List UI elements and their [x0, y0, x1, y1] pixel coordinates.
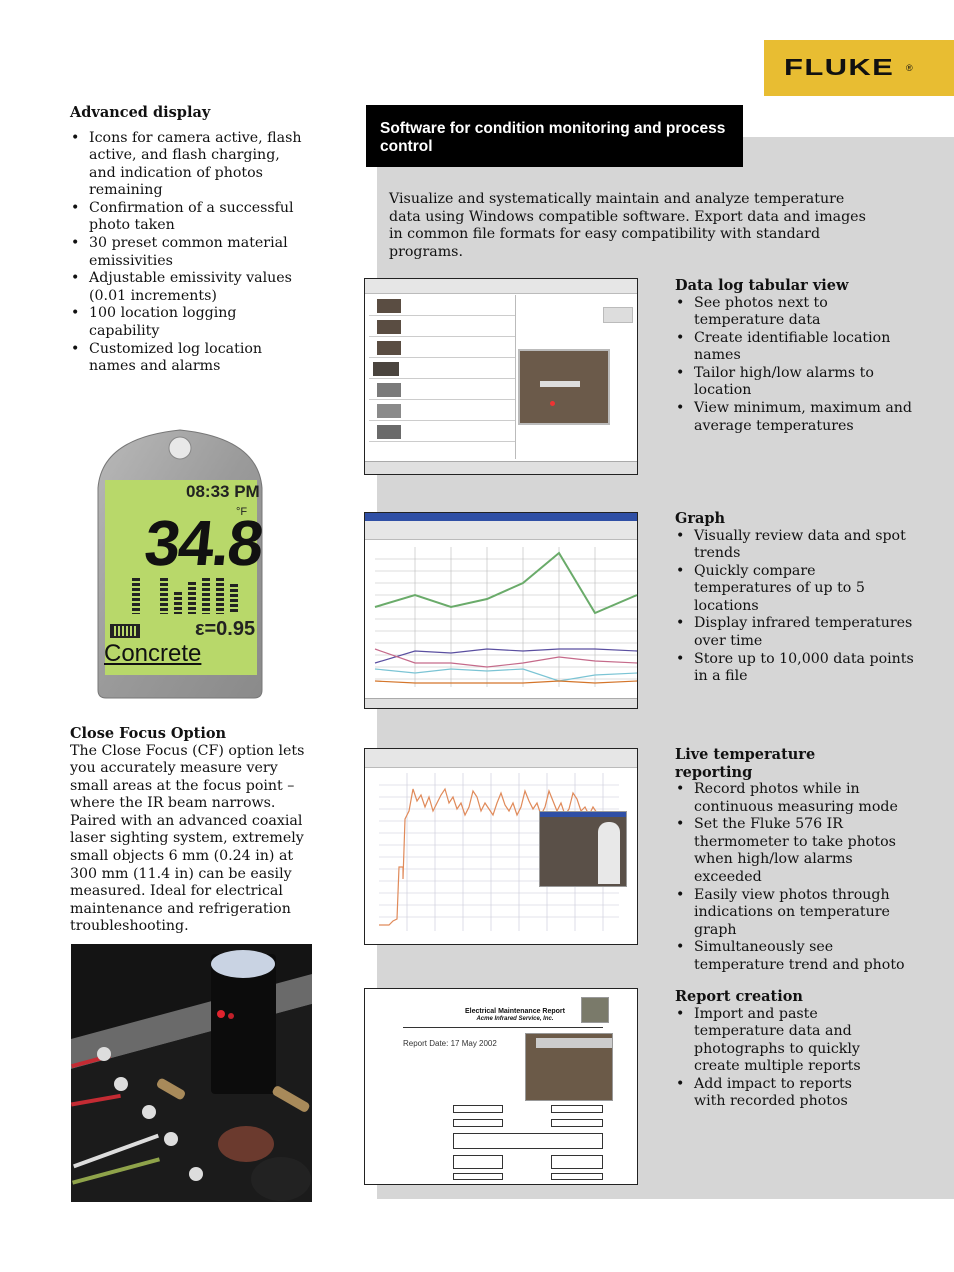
software-heading-box: Software for condition monitoring and pr…	[366, 105, 743, 167]
graph-screenshot	[364, 512, 638, 709]
lcd-bar	[202, 578, 210, 614]
close-focus-body: The Close Focus (CF) option lets you acc…	[70, 742, 305, 935]
list-item: Import and paste temperature data and ph…	[675, 1006, 875, 1076]
list-item: Quickly compare temperatures of up to 5 …	[675, 563, 915, 616]
feature-title: Report creation	[675, 988, 803, 1005]
advanced-display-section: Advanced display Icons for camera active…	[70, 104, 310, 376]
list-item: Add impact to reports with recorded phot…	[675, 1076, 875, 1111]
battery-icon	[110, 624, 140, 638]
advanced-display-title: Advanced display	[70, 104, 211, 121]
feature-title: Graph	[675, 510, 726, 527]
list-item: Simultaneously see temperature trend and…	[675, 939, 915, 974]
lcd-bar	[160, 578, 168, 614]
list-item: Easily view photos through indications o…	[675, 887, 915, 940]
data-log-screenshot	[364, 278, 638, 475]
feature-list: Visually review data and spot trends Qui…	[675, 528, 915, 686]
feature-live-reporting: Record photos while in continuous measur…	[675, 781, 915, 975]
advanced-display-list: Icons for camera active, flash active, a…	[70, 130, 310, 376]
feature-graph: Graph Visually review data and spot tren…	[675, 510, 915, 686]
report-form	[405, 1105, 605, 1181]
lcd-bar	[188, 582, 196, 614]
feature-list: Record photos while in continuous measur…	[675, 781, 915, 975]
list-item: Icons for camera active, flash active, a…	[70, 130, 310, 200]
lcd-emissivity: ε=0.95	[195, 618, 256, 640]
list-item: Store up to 10,000 data points in a file	[675, 651, 915, 686]
list-item: Tailor high/low alarms to location	[675, 365, 915, 400]
exit-button	[603, 307, 633, 323]
lcd-bar	[230, 584, 238, 614]
lcd-bar	[132, 578, 140, 614]
lcd-time: 08:33 PM	[186, 482, 260, 501]
window-toolbar	[365, 521, 637, 540]
software-intro: Visualize and systematically maintain an…	[389, 191, 866, 260]
window-statusbar	[365, 698, 637, 708]
photo-popup	[518, 349, 610, 425]
report-logo	[581, 997, 609, 1023]
feature-report-creation: Report creation Import and paste tempera…	[675, 988, 875, 1111]
feature-list: See photos next to temperature data Crea…	[675, 295, 915, 436]
photo-popup	[539, 811, 627, 887]
lcd-material: Concrete	[104, 640, 202, 667]
feature-title: Live temperature reporting	[675, 746, 816, 781]
list-item: Set the Fluke 576 IR thermometer to take…	[675, 816, 915, 886]
fluke-logo: FLUKE ®	[764, 40, 954, 96]
report-date: Report Date: 17 May 2002	[403, 1039, 497, 1048]
report-divider	[403, 1027, 603, 1028]
list-item: Create identifiable location names	[675, 330, 915, 365]
report-screenshot: Electrical Maintenance Report Acme Infra…	[364, 988, 638, 1185]
window-toolbar	[365, 749, 637, 768]
lcd-bargraph	[132, 578, 252, 614]
close-focus-title: Close Focus Option	[70, 725, 227, 742]
list-item: 100 location logging capability	[70, 305, 310, 340]
lcd-bar	[174, 592, 182, 614]
feature-live-reporting-title-wrap: Live temperature reporting	[675, 746, 825, 781]
list-item: View minimum, maximum and average temper…	[675, 400, 915, 435]
brand-wordmark: FLUKE	[784, 54, 895, 80]
window-titlebar	[365, 513, 637, 521]
report-subtitle: Acme Infrared Service, Inc.	[476, 1016, 554, 1022]
window-statusbar	[365, 461, 637, 474]
circuit-board-photo	[71, 944, 312, 1202]
feature-title: Data log tabular view	[675, 277, 849, 294]
data-log-table	[369, 295, 516, 459]
list-item: Adjustable emissivity values (0.01 incre…	[70, 270, 310, 305]
report-title: Electrical Maintenance Report	[465, 1008, 565, 1015]
list-item: Display infrared temperatures over time	[675, 615, 915, 650]
window-toolbar	[365, 279, 637, 294]
list-item: Confirmation of a successful photo taken	[70, 200, 310, 235]
close-focus-section: Close Focus Option The Close Focus (CF) …	[70, 725, 315, 936]
list-item: Customized log location names and alarms	[70, 341, 310, 376]
list-item: Visually review data and spot trends	[675, 528, 915, 563]
report-photo	[525, 1033, 613, 1101]
feature-data-log: Data log tabular view See photos next to…	[675, 277, 915, 435]
list-item: Record photos while in continuous measur…	[675, 781, 915, 816]
software-heading: Software for condition monitoring and pr…	[380, 120, 726, 155]
feature-list: Import and paste temperature data and ph…	[675, 1006, 875, 1112]
lcd-reading: 34.8	[141, 507, 266, 579]
lcd-bar	[216, 578, 224, 614]
lcd-display-photo: 08:33 PM °F 34.8 ε=0.95 Concrete	[90, 428, 270, 700]
list-item: 30 preset common material emissivities	[70, 235, 310, 270]
live-reporting-screenshot	[364, 748, 638, 945]
list-item: See photos next to temperature data	[675, 295, 915, 330]
registered-mark: ®	[906, 63, 913, 73]
temperature-graph	[374, 547, 637, 687]
